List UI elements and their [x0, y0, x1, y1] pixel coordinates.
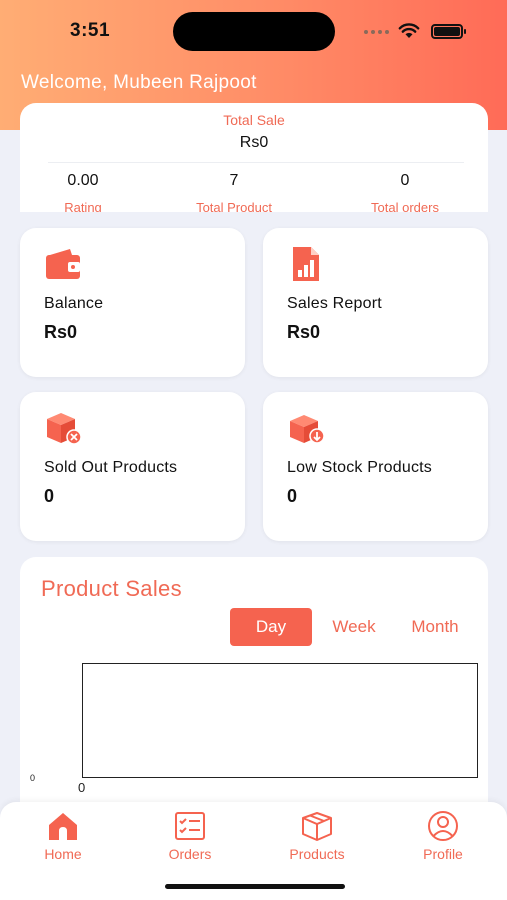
wallet-icon — [46, 249, 80, 279]
battery-icon — [431, 24, 466, 39]
sales-chart-plot-area — [82, 663, 478, 778]
balance-value: Rs0 — [44, 322, 78, 342]
total-sale-value: Rs0 — [239, 134, 269, 151]
sold-out-products-card[interactable]: Sold Out Products 0 — [20, 392, 245, 541]
low-stock-products-value: 0 — [287, 486, 298, 506]
stat-rating: 0.00 Rating — [20, 172, 153, 212]
orders-icon — [175, 812, 205, 840]
welcome-text: Welcome, Mubeen Rajpoot — [21, 72, 257, 93]
tab-products[interactable]: Products — [267, 810, 367, 862]
tab-products-label: Products — [289, 846, 345, 862]
tab-home-label: Home — [44, 846, 82, 862]
tab-orders[interactable]: Orders — [140, 810, 240, 862]
home-icon — [49, 813, 77, 840]
stat-total-product-value: 7 — [229, 172, 239, 189]
low-stock-products-card[interactable]: Low Stock Products 0 — [263, 392, 488, 541]
stat-total-product-label: Total Product — [196, 200, 272, 212]
sold-out-box-icon — [47, 413, 82, 445]
tab-home[interactable]: Home — [13, 810, 113, 862]
signal-icon — [364, 30, 389, 34]
balance-card[interactable]: Balance Rs0 — [20, 228, 245, 377]
total-sale-label: Total Sale — [223, 112, 285, 128]
stat-total-orders-label: Total orders — [371, 200, 439, 212]
stat-total-orders: 0 Total orders — [335, 172, 475, 212]
balance-label: Balance — [44, 295, 104, 312]
product-sales-title: Product Sales — [41, 576, 182, 601]
sales-report-label: Sales Report — [287, 295, 382, 312]
period-day-button[interactable]: Day — [230, 608, 312, 646]
divider — [48, 162, 464, 163]
profile-icon — [428, 811, 458, 841]
dynamic-island — [173, 12, 335, 51]
stat-total-product: 7 Total Product — [164, 172, 304, 212]
sales-report-value: Rs0 — [287, 322, 321, 342]
tab-orders-label: Orders — [168, 846, 212, 862]
wifi-icon — [398, 23, 420, 38]
home-indicator — [165, 884, 345, 889]
sold-out-products-label: Sold Out Products — [44, 459, 178, 476]
sold-out-products-value: 0 — [44, 486, 55, 506]
products-icon — [302, 812, 332, 841]
total-sale-card: Total Sale Rs0 0.00 Rating 7 Total Produ… — [20, 103, 488, 212]
status-bar: 3:51 — [0, 0, 507, 62]
stat-total-orders-value: 0 — [400, 172, 410, 189]
period-month-button[interactable]: Month — [400, 608, 470, 646]
period-week-button[interactable]: Week — [320, 608, 388, 646]
low-stock-products-label: Low Stock Products — [287, 459, 432, 476]
product-sales-card: Product Sales Day Week Month 0 0 — [20, 557, 488, 817]
status-time: 3:51 — [70, 20, 111, 41]
tab-profile[interactable]: Profile — [393, 810, 493, 862]
stat-rating-label: Rating — [64, 200, 102, 212]
sales-report-card[interactable]: Sales Report Rs0 — [263, 228, 488, 377]
sales-report-icon — [293, 247, 319, 281]
x-tick-label: 0 — [78, 780, 86, 795]
y-tick-label: 0 — [30, 773, 36, 783]
low-stock-box-icon — [290, 415, 325, 444]
stat-rating-value: 0.00 — [67, 172, 99, 189]
tab-profile-label: Profile — [423, 846, 463, 862]
